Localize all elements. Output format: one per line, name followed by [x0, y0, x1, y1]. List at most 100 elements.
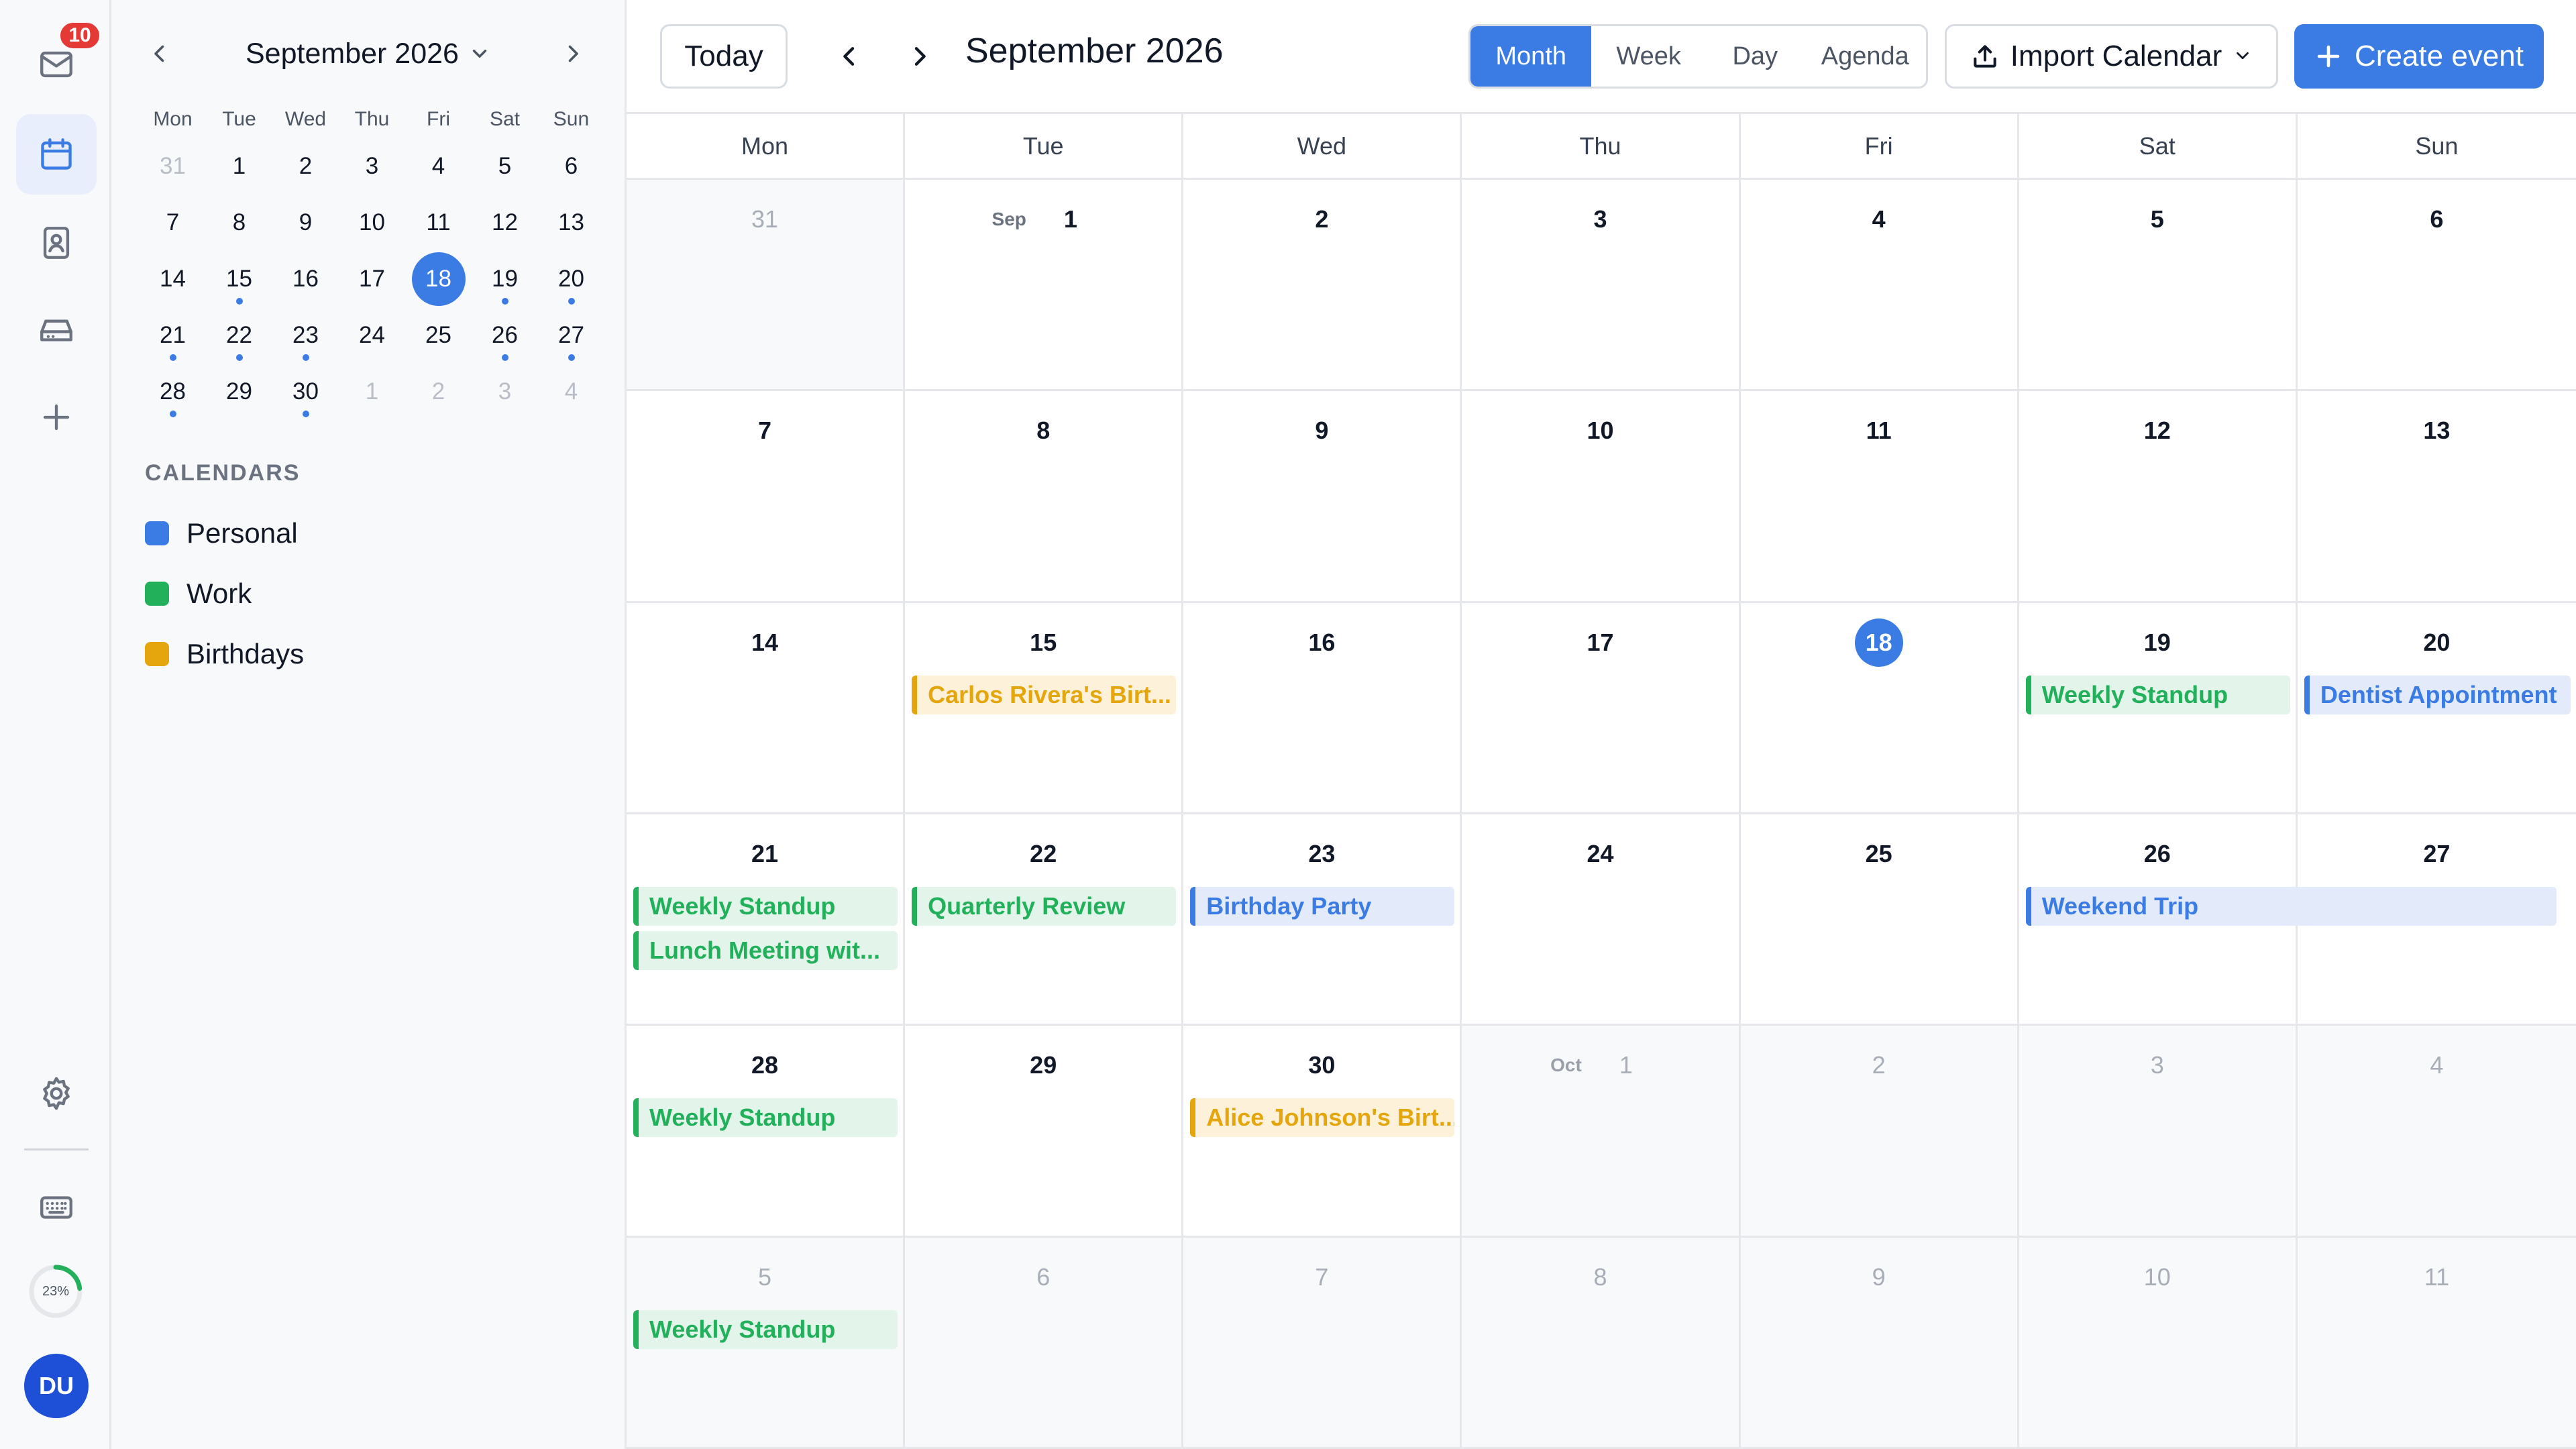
- day-cell[interactable]: 4: [2297, 1026, 2576, 1238]
- day-cell[interactable]: 11: [2297, 1237, 2576, 1449]
- day-cell[interactable]: 22 Quarterly Review: [905, 814, 1184, 1026]
- mini-day[interactable]: 25: [405, 307, 472, 364]
- view-tab-day[interactable]: Day: [1706, 26, 1805, 87]
- day-cell[interactable]: 25: [1740, 814, 2019, 1026]
- mini-day[interactable]: 14: [140, 251, 206, 307]
- mini-day[interactable]: 28: [140, 364, 206, 420]
- day-cell[interactable]: 17: [1462, 602, 1741, 814]
- day-cell[interactable]: 8: [905, 391, 1184, 603]
- mini-prev-month-button[interactable]: [138, 32, 181, 75]
- settings-button[interactable]: [16, 1053, 97, 1134]
- day-cell[interactable]: 3: [1462, 180, 1741, 392]
- day-cell[interactable]: 10: [2019, 1237, 2298, 1449]
- day-cell[interactable]: Sep 1: [905, 180, 1184, 392]
- mini-day[interactable]: 17: [339, 251, 405, 307]
- drive-nav-button[interactable]: [16, 290, 97, 370]
- day-cell[interactable]: 21 Weekly Standup Lunch Meeting wit...: [627, 814, 906, 1026]
- mini-day[interactable]: 21: [140, 307, 206, 364]
- event-chip[interactable]: Lunch Meeting wit...: [633, 931, 898, 970]
- mini-month-picker[interactable]: September 2026: [246, 34, 491, 74]
- mini-day[interactable]: 1: [206, 138, 272, 195]
- day-cell[interactable]: 6: [905, 1237, 1184, 1449]
- mini-day[interactable]: 15: [206, 251, 272, 307]
- day-cell[interactable]: 7: [627, 391, 906, 603]
- event-chip[interactable]: Quarterly Review: [912, 887, 1177, 926]
- mini-day[interactable]: 16: [272, 251, 339, 307]
- view-tab-agenda[interactable]: Agenda: [1805, 26, 1926, 87]
- day-cell[interactable]: 13: [2297, 391, 2576, 603]
- create-event-button[interactable]: Create event: [2294, 24, 2544, 89]
- mini-day[interactable]: 20: [538, 251, 604, 307]
- day-cell[interactable]: 24: [1462, 814, 1741, 1026]
- day-cell[interactable]: 6: [2297, 180, 2576, 392]
- view-tab-month[interactable]: Month: [1470, 26, 1592, 87]
- day-cell[interactable]: 12: [2019, 391, 2298, 603]
- day-cell[interactable]: 15 Carlos Rivera's Birt...: [905, 602, 1184, 814]
- mini-day[interactable]: 8: [206, 195, 272, 251]
- day-cell[interactable]: 9: [1183, 391, 1462, 603]
- contacts-nav-button[interactable]: [16, 203, 97, 283]
- event-chip[interactable]: Carlos Rivera's Birt...: [912, 675, 1177, 714]
- day-cell[interactable]: 30 Alice Johnson's Birt...: [1183, 1026, 1462, 1238]
- event-chip[interactable]: Weekly Standup: [633, 887, 898, 926]
- day-cell[interactable]: 4: [1740, 180, 2019, 392]
- keyboard-shortcuts-button[interactable]: [16, 1167, 97, 1248]
- day-cell[interactable]: 16: [1183, 602, 1462, 814]
- day-cell[interactable]: 14: [627, 602, 906, 814]
- prev-month-button[interactable]: [828, 35, 871, 78]
- day-cell[interactable]: 19 Weekly Standup: [2019, 602, 2298, 814]
- day-cell[interactable]: 23 Birthday Party: [1183, 814, 1462, 1026]
- calendar-item-personal[interactable]: Personal: [145, 503, 601, 564]
- mini-day[interactable]: 30: [272, 364, 339, 420]
- add-app-button[interactable]: [16, 377, 97, 458]
- mini-day-today[interactable]: 18: [405, 251, 472, 307]
- mini-day[interactable]: 5: [472, 138, 538, 195]
- mini-day[interactable]: 2: [272, 138, 339, 195]
- mini-day[interactable]: 7: [140, 195, 206, 251]
- mini-day[interactable]: 22: [206, 307, 272, 364]
- mini-day[interactable]: 11: [405, 195, 472, 251]
- day-cell[interactable]: 9: [1740, 1237, 2019, 1449]
- day-cell[interactable]: 26 Weekend Trip: [2019, 814, 2557, 1026]
- day-cell[interactable]: 20 Dentist Appointment: [2297, 602, 2576, 814]
- user-avatar[interactable]: DU: [24, 1354, 89, 1418]
- event-chip[interactable]: Weekly Standup: [633, 1309, 898, 1349]
- mini-day[interactable]: 29: [206, 364, 272, 420]
- calendar-item-birthdays[interactable]: Birthdays: [145, 624, 601, 684]
- day-cell[interactable]: 11: [1740, 391, 2019, 603]
- mini-day[interactable]: 1: [339, 364, 405, 420]
- event-chip[interactable]: Weekend Trip: [2025, 887, 2557, 926]
- event-chip[interactable]: Birthday Party: [1190, 887, 1455, 926]
- day-cell[interactable]: 7: [1183, 1237, 1462, 1449]
- mini-day[interactable]: 19: [472, 251, 538, 307]
- calendar-nav-button[interactable]: [16, 114, 97, 195]
- day-cell[interactable]: 31: [627, 180, 906, 392]
- mini-day[interactable]: 2: [405, 364, 472, 420]
- mini-day[interactable]: 26: [472, 307, 538, 364]
- event-chip[interactable]: Alice Johnson's Birt...: [1190, 1098, 1455, 1138]
- event-chip[interactable]: Weekly Standup: [633, 1098, 898, 1138]
- today-button[interactable]: Today: [660, 24, 788, 89]
- day-cell[interactable]: 10: [1462, 391, 1741, 603]
- next-month-button[interactable]: [898, 35, 941, 78]
- day-cell[interactable]: 5 Weekly Standup: [627, 1237, 906, 1449]
- mini-day[interactable]: 24: [339, 307, 405, 364]
- day-cell-today[interactable]: 18: [1740, 602, 2019, 814]
- day-cell[interactable]: Oct 1: [1462, 1026, 1741, 1238]
- mini-day[interactable]: 6: [538, 138, 604, 195]
- mini-day[interactable]: 4: [405, 138, 472, 195]
- day-cell[interactable]: 5: [2019, 180, 2298, 392]
- mini-day[interactable]: 12: [472, 195, 538, 251]
- day-cell[interactable]: 2: [1740, 1026, 2019, 1238]
- event-chip[interactable]: Dentist Appointment: [2304, 675, 2571, 714]
- mini-day[interactable]: 3: [472, 364, 538, 420]
- day-cell[interactable]: 2: [1183, 180, 1462, 392]
- mini-day[interactable]: 9: [272, 195, 339, 251]
- mini-day[interactable]: 13: [538, 195, 604, 251]
- calendar-item-work[interactable]: Work: [145, 564, 601, 624]
- mini-day[interactable]: 3: [339, 138, 405, 195]
- view-tab-week[interactable]: Week: [1591, 26, 1706, 87]
- event-chip[interactable]: Weekly Standup: [2025, 675, 2290, 714]
- mini-day[interactable]: 27: [538, 307, 604, 364]
- day-cell[interactable]: 29: [905, 1026, 1184, 1238]
